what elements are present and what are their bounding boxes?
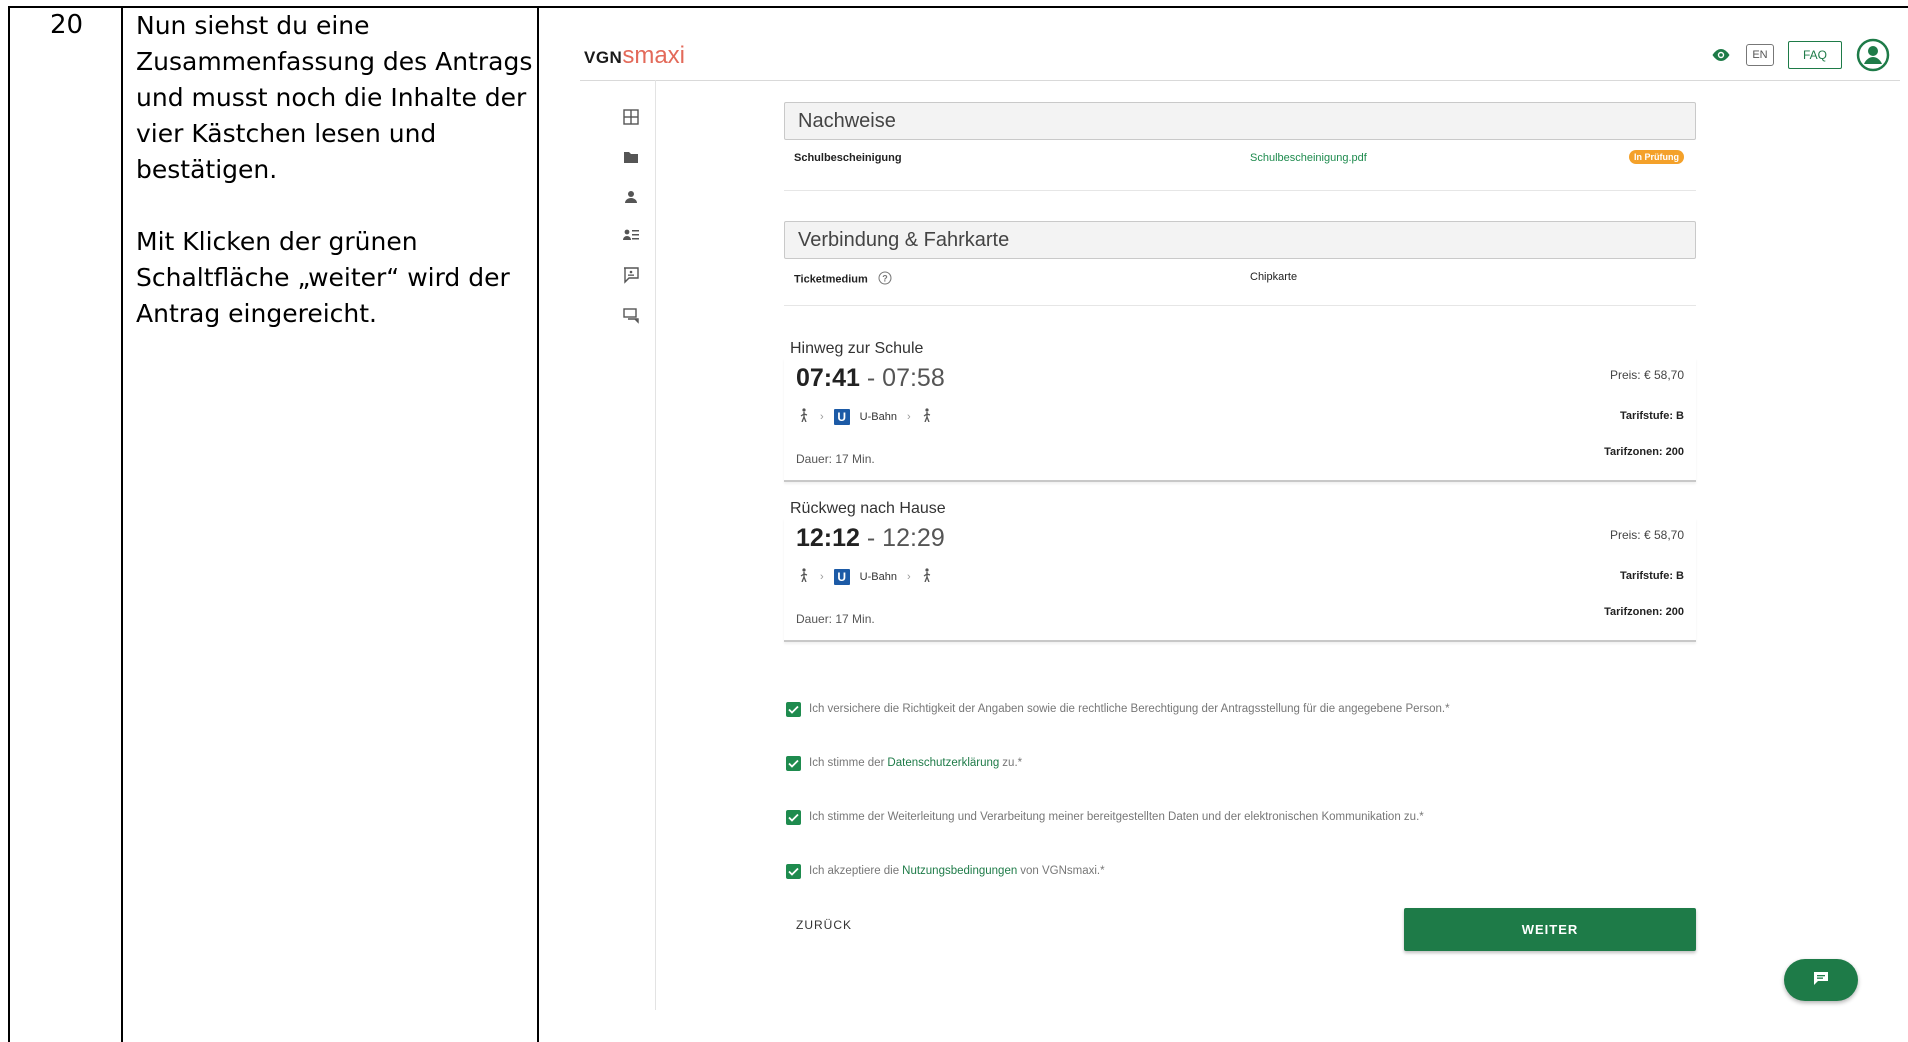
- hinweg-price: Preis: € 58,70: [1609, 368, 1684, 382]
- depart-time: 12:12: [796, 524, 860, 552]
- rueckweg-legs: › U U-Bahn ›: [798, 568, 933, 585]
- checkbox-checked[interactable]: [786, 701, 801, 717]
- hinweg-card: 07:41 - 07:58 Preis: € 58,70 › U U-Bahn …: [784, 358, 1696, 482]
- hinweg-title: Hinweg zur Schule: [790, 340, 924, 357]
- eye-icon[interactable]: [1710, 47, 1732, 63]
- section-nachweise-header: Nachweise: [784, 102, 1696, 140]
- dashboard-icon[interactable]: [622, 108, 642, 128]
- consent-text: von VGNsmaxi.*: [1020, 865, 1105, 877]
- rueckweg-price: Preis: € 58,70: [1609, 528, 1684, 542]
- checkbox-checked[interactable]: [786, 755, 801, 771]
- consent-row-accuracy: Ich versichere die Richtigkeit der Angab…: [784, 682, 1696, 736]
- table-column-divider: [537, 6, 539, 1042]
- consent-row-terms: Ich akzeptiere die Nutzungsbedingungen v…: [784, 844, 1696, 898]
- hinweg-legs: › U U-Bahn ›: [798, 408, 933, 425]
- transport-mode: U-Bahn: [859, 570, 897, 583]
- walk-icon: [798, 568, 810, 585]
- logo-vgn: VGN: [584, 48, 623, 67]
- table-left-border: [8, 6, 10, 1042]
- ubahn-icon: U: [833, 408, 850, 425]
- form-buttons: ZURÜCK WEITER: [784, 908, 1696, 968]
- walk-icon: [798, 408, 810, 425]
- consent-row-privacy: Ich stimme der Datenschutzerklärung zu.*: [784, 736, 1696, 790]
- depart-time: 07:41: [796, 364, 860, 392]
- feedback-icon[interactable]: [622, 266, 642, 286]
- chevron-right-icon: ›: [906, 410, 911, 423]
- hinweg-time: 07:41 - 07:58: [796, 364, 945, 393]
- consent-text: Ich akzeptiere die: [809, 865, 900, 877]
- ticketmedium-value: Chipkarte: [1250, 271, 1298, 283]
- instruction-paragraph: Mit Klicken der grünen Schaltfläche „wei…: [136, 227, 510, 328]
- rueckweg-tarifstufe: Tarifstufe: B: [1620, 570, 1684, 582]
- transport-mode: U-Bahn: [859, 410, 897, 423]
- ticketmedium-label: Ticketmedium?: [794, 271, 892, 288]
- rueckweg-title: Rückweg nach Hause: [790, 500, 946, 517]
- sidebar: [580, 80, 656, 1010]
- step-number: 20: [50, 10, 84, 40]
- nachweis-row: Schulbescheinigung Schulbescheinigung.pd…: [784, 140, 1696, 191]
- summary-main: Nachweise Schulbescheinigung Schulbesche…: [784, 102, 1696, 968]
- walk-icon: [921, 408, 933, 425]
- top-bar: VGNsmaxi EN FAQ: [580, 32, 1900, 81]
- instruction-text: Nun siehst du eine Zusammenfassung des A…: [136, 8, 536, 368]
- hinweg-tarifstufe: Tarifstufe: B: [1620, 410, 1684, 422]
- time-separator: -: [859, 364, 883, 392]
- language-switch[interactable]: EN: [1745, 44, 1774, 66]
- arrive-time: 07:58: [882, 364, 945, 392]
- ticketmedium-label-text: Ticketmedium: [794, 273, 868, 286]
- rueckweg-duration: Dauer: 17 Min.: [796, 612, 875, 626]
- table-column-divider: [121, 6, 123, 1042]
- consent-text: Ich stimme der Weiterleitung und Verarbe…: [809, 811, 1424, 823]
- consent-text: Ich stimme der: [809, 757, 885, 769]
- consent-row-data-processing: Ich stimme der Weiterleitung und Verarbe…: [784, 790, 1696, 844]
- rueckweg-tarifzonen: Tarifzonen: 200: [1604, 606, 1684, 618]
- section-verbindung-header: Verbindung & Fahrkarte: [784, 221, 1696, 259]
- help-icon[interactable]: ?: [878, 271, 892, 288]
- back-button[interactable]: ZURÜCK: [796, 918, 852, 932]
- consent-text: zu.*: [1002, 757, 1023, 769]
- arrive-time: 12:29: [882, 524, 945, 552]
- consent-text: Ich versichere die Richtigkeit der Angab…: [809, 703, 1450, 715]
- instruction-paragraph: Nun siehst du eine Zusammenfassung des A…: [136, 11, 533, 184]
- chevron-right-icon: ›: [820, 410, 824, 423]
- chevron-right-icon: ›: [820, 570, 824, 583]
- checkbox-checked[interactable]: [786, 809, 801, 825]
- next-button[interactable]: WEITER: [1404, 908, 1696, 951]
- vgn-smaxi-logo[interactable]: VGNsmaxi: [584, 42, 685, 70]
- ubahn-icon: U: [833, 568, 850, 585]
- rueckweg-time: 12:12 - 12:29: [796, 524, 945, 553]
- person-list-icon[interactable]: [622, 226, 642, 246]
- nachweis-label: Schulbescheinigung: [794, 152, 902, 164]
- header-actions: EN FAQ: [1710, 38, 1890, 72]
- consent-checkboxes: Ich versichere die Richtigkeit der Angab…: [784, 682, 1696, 898]
- chevron-right-icon: ›: [906, 570, 911, 583]
- person-icon[interactable]: [622, 188, 642, 208]
- chat-fab-button[interactable]: [1784, 959, 1858, 1001]
- rueckweg-card: 12:12 - 12:29 Preis: € 58,70 › U U-Bahn …: [784, 518, 1696, 642]
- walk-icon: [921, 568, 933, 585]
- folder-icon[interactable]: [622, 148, 642, 168]
- chat-bubble-icon: [1812, 970, 1830, 991]
- faq-button[interactable]: FAQ: [1787, 41, 1842, 69]
- nachweis-file-link[interactable]: Schulbescheinigung.pdf: [1250, 152, 1367, 164]
- app-screenshot: VGNsmaxi EN FAQ Nachweise Schulbescheini…: [540, 8, 1908, 1042]
- checkbox-checked[interactable]: [786, 863, 801, 879]
- hinweg-tarifzonen: Tarifzonen: 200: [1604, 446, 1684, 458]
- terms-link[interactable]: Nutzungsbedingungen: [902, 865, 1017, 877]
- user-avatar-icon[interactable]: [1856, 38, 1890, 72]
- privacy-policy-link[interactable]: Datenschutzerklärung: [887, 757, 999, 769]
- time-separator: -: [859, 524, 883, 552]
- svg-text:?: ?: [882, 274, 888, 284]
- status-badge: In Prüfung: [1629, 150, 1684, 164]
- ticketmedium-row: Ticketmedium? Chipkarte: [784, 259, 1696, 306]
- logo-smaxi: smaxi: [622, 42, 686, 69]
- chat-icon[interactable]: [622, 306, 642, 326]
- hinweg-duration: Dauer: 17 Min.: [796, 452, 875, 466]
